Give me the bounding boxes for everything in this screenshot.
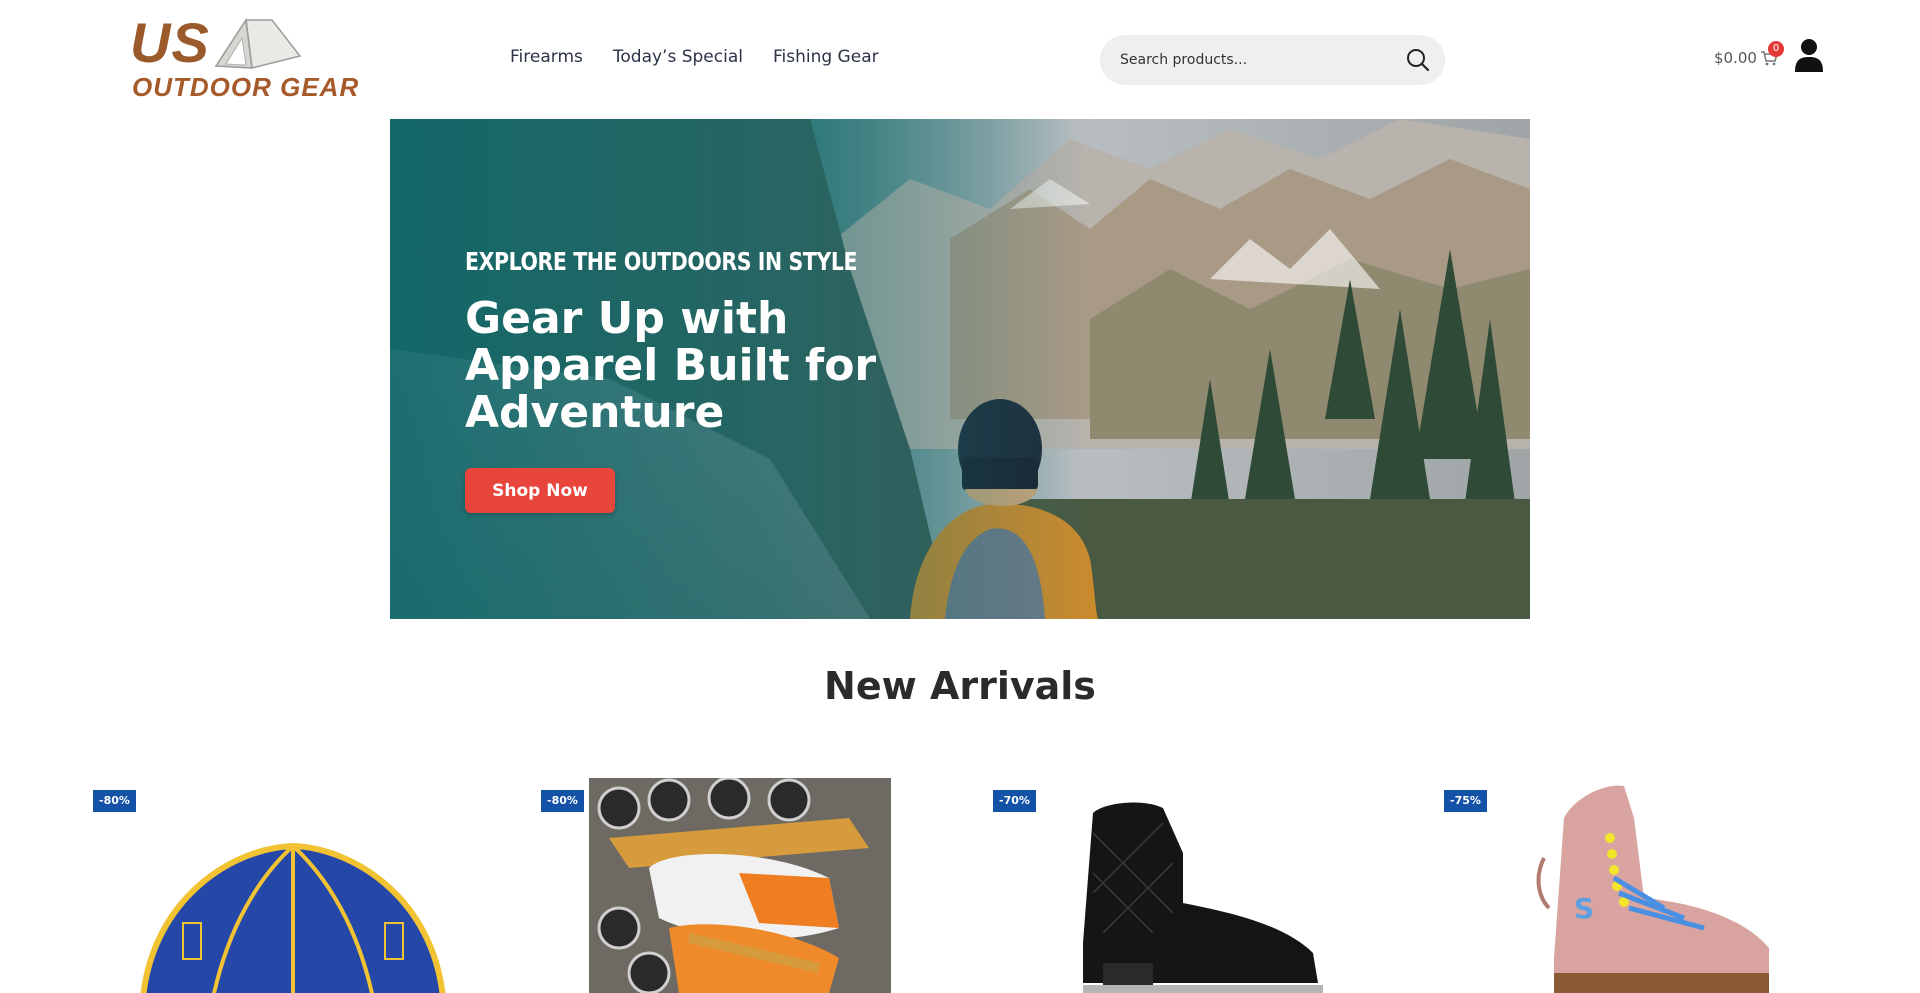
search-icon[interactable] [1405, 47, 1431, 73]
hero-banner: EXPLORE THE OUTDOORS IN STYLE Gear Up wi… [390, 119, 1530, 619]
site-header: US OUTDOOR GEAR Firearms Today’s Special… [0, 0, 1920, 118]
product-card[interactable]: -70% [993, 778, 1413, 993]
nav-fishing-gear[interactable]: Fishing Gear [773, 47, 879, 67]
svg-text:S: S [1574, 892, 1594, 925]
logo-text: US [130, 11, 210, 74]
product-card[interactable]: -80% [93, 778, 513, 993]
cart-total: $0.00 [1714, 49, 1757, 67]
cart-count-badge: 0 [1768, 41, 1784, 57]
user-account-icon[interactable] [1794, 38, 1824, 72]
search-bar [1100, 35, 1445, 85]
shop-now-button[interactable]: Shop Now [465, 468, 615, 513]
product-card[interactable]: S -75% [1444, 778, 1864, 993]
discount-badge: -80% [541, 790, 584, 812]
tent-icon [214, 17, 302, 69]
nav-firearms[interactable]: Firearms [510, 47, 583, 67]
product-image: S [1536, 785, 1769, 993]
discount-badge: -70% [993, 790, 1036, 812]
search-input[interactable] [1120, 35, 1390, 85]
nav-todays-special[interactable]: Today’s Special [613, 47, 743, 67]
new-arrivals-title: New Arrivals [824, 664, 1096, 708]
logo-subtitle: OUTDOOR GEAR [132, 72, 360, 102]
product-image [589, 778, 891, 993]
product-card[interactable]: -80% [541, 778, 961, 993]
main-nav: Firearms Today’s Special Fishing Gear [510, 47, 879, 67]
product-image [140, 842, 446, 993]
discount-badge: -80% [93, 790, 136, 812]
product-image [1083, 802, 1323, 993]
site-logo[interactable]: US OUTDOOR GEAR [130, 10, 360, 105]
hero-eyebrow: EXPLORE THE OUTDOORS IN STYLE [465, 247, 858, 276]
discount-badge: -75% [1444, 790, 1487, 812]
hero-title: Gear Up with Apparel Built for Adventure [465, 293, 877, 438]
